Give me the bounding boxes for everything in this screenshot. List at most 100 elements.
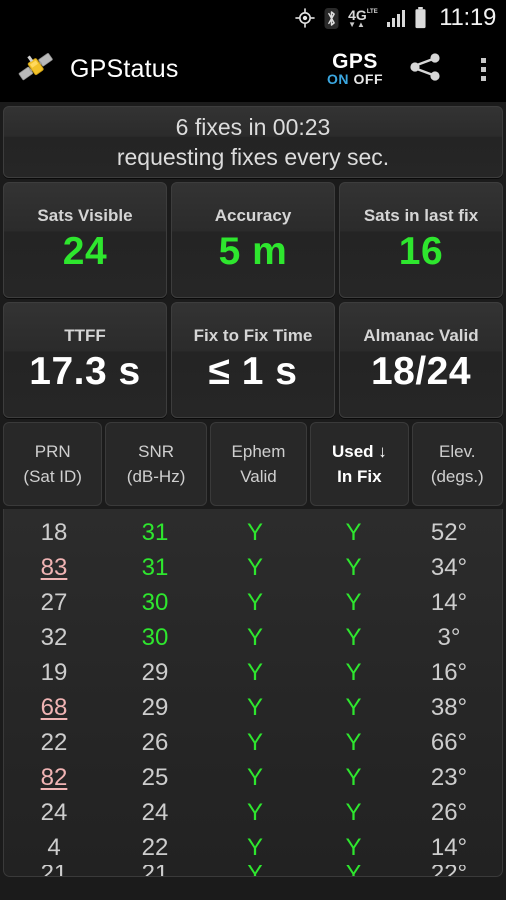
stat-value: 24 bbox=[62, 230, 108, 273]
cell-elevation: 52° bbox=[430, 519, 468, 546]
stat-label: Almanac Valid bbox=[363, 326, 479, 345]
table-row[interactable]: 18 31 Y Y 52° bbox=[4, 515, 502, 550]
cell-prn: 19 bbox=[40, 659, 68, 686]
table-row[interactable]: 19 29 Y Y 16° bbox=[4, 655, 502, 690]
signal-bars-icon bbox=[386, 9, 406, 27]
cell-used-in-fix: Y bbox=[345, 694, 362, 721]
stat-value: ≤ 1 s bbox=[208, 350, 298, 393]
cell-prn: 27 bbox=[40, 589, 68, 616]
share-icon[interactable] bbox=[409, 52, 443, 87]
cell-snr: 29 bbox=[141, 694, 169, 721]
cell-snr: 26 bbox=[141, 729, 169, 756]
overflow-menu-icon[interactable] bbox=[473, 52, 494, 87]
column-title: PRN bbox=[34, 442, 71, 461]
gps-toggle-button[interactable]: GPS ON OFF bbox=[327, 51, 383, 88]
cell-snr: 31 bbox=[141, 519, 169, 546]
stat-label: Fix to Fix Time bbox=[193, 326, 313, 345]
column-subtitle: Valid bbox=[240, 467, 277, 486]
cell-ephem-valid: Y bbox=[246, 729, 263, 756]
cell-prn: 68 bbox=[40, 694, 68, 721]
cell-ephem-valid: Y bbox=[246, 764, 263, 791]
cell-ephem-valid: Y bbox=[246, 834, 263, 861]
stats-row-top: Sats Visible 24 Accuracy 5 m Sats in las… bbox=[3, 182, 503, 298]
fix-interval-line: requesting fixes every sec. bbox=[116, 144, 390, 170]
gps-off-label: OFF bbox=[353, 70, 383, 87]
column-header-used-in-fix[interactable]: Used ↓ In Fix bbox=[310, 422, 409, 506]
table-row[interactable]: 32 30 Y Y 3° bbox=[4, 620, 502, 655]
column-title: Elev. bbox=[439, 442, 476, 461]
network-type-label: 4G bbox=[348, 6, 367, 23]
lte-label: LTE bbox=[366, 8, 378, 15]
stats-row-bottom: TTFF 17.3 s Fix to Fix Time ≤ 1 s Almana… bbox=[3, 302, 503, 418]
dashboard-panels: 6 fixes in 00:23 requesting fixes every … bbox=[0, 102, 506, 877]
stat-card-ttff: TTFF 17.3 s bbox=[3, 302, 167, 418]
4g-lte-icon: 4G LTE ▼▲ bbox=[348, 6, 378, 29]
cell-ephem-valid: Y bbox=[246, 624, 263, 651]
stat-value: 18/24 bbox=[370, 350, 472, 393]
cell-elevation: 22° bbox=[403, 865, 495, 876]
table-row[interactable]: 4 22 Y Y 14° bbox=[4, 830, 502, 865]
gps-on-label: ON bbox=[327, 70, 350, 87]
cell-snr: 29 bbox=[141, 659, 169, 686]
stat-card-sats-visible: Sats Visible 24 bbox=[3, 182, 167, 298]
cell-prn: 18 bbox=[40, 519, 68, 546]
cell-elevation: 14° bbox=[430, 589, 468, 616]
cell-elevation: 16° bbox=[430, 659, 468, 686]
battery-icon bbox=[414, 7, 427, 29]
satellite-icon bbox=[16, 47, 56, 92]
cell-prn: 4 bbox=[47, 834, 61, 861]
cell-elevation: 26° bbox=[430, 799, 468, 826]
cell-snr: 30 bbox=[141, 589, 169, 616]
column-header-elevation[interactable]: Elev. (degs.) bbox=[411, 422, 503, 506]
column-header-snr[interactable]: SNR (dB-Hz) bbox=[105, 422, 207, 506]
column-title: Used ↓ bbox=[331, 442, 387, 461]
cell-snr: 30 bbox=[141, 624, 169, 651]
cell-used-in-fix: Y bbox=[345, 589, 362, 616]
cell-used-in-fix: Y bbox=[345, 799, 362, 826]
status-bar-clock: 11:19 bbox=[439, 4, 496, 31]
table-row[interactable]: 24 24 Y Y 26° bbox=[4, 795, 502, 830]
stat-card-accuracy: Accuracy 5 m bbox=[171, 182, 335, 298]
cell-ephem-valid: Y bbox=[246, 659, 263, 686]
table-row[interactable]: 68 29 Y Y 38° bbox=[4, 690, 502, 725]
cell-used-in-fix: Y bbox=[345, 519, 362, 546]
cell-elevation: 66° bbox=[430, 729, 468, 756]
cell-ephem-valid: Y bbox=[246, 589, 263, 616]
gps-fix-icon bbox=[295, 8, 315, 28]
column-header-prn[interactable]: PRN (Sat ID) bbox=[3, 422, 103, 506]
stat-label: Sats Visible bbox=[37, 206, 133, 225]
cell-used-in-fix: Y bbox=[345, 659, 362, 686]
stat-card-fix-to-fix-time: Fix to Fix Time ≤ 1 s bbox=[171, 302, 335, 418]
cell-elevation: 34° bbox=[430, 554, 468, 581]
stat-card-almanac-valid: Almanac Valid 18/24 bbox=[339, 302, 503, 418]
gps-status-app: 4G LTE ▼▲ 11:19 GPStatus GPS ON OFF 6 fi… bbox=[0, 0, 506, 900]
table-row[interactable]: 22 26 Y Y 66° bbox=[4, 725, 502, 760]
cell-elevation: 14° bbox=[430, 834, 468, 861]
cell-elevation: 3° bbox=[437, 624, 461, 651]
cell-ephem-valid: Y bbox=[246, 519, 263, 546]
table-row[interactable]: 27 30 Y Y 14° bbox=[4, 585, 502, 620]
cell-prn: 82 bbox=[40, 764, 68, 791]
cell-prn: 32 bbox=[40, 624, 68, 651]
fix-count-line: 6 fixes in 00:23 bbox=[175, 114, 331, 140]
cell-used-in-fix: Y bbox=[345, 554, 362, 581]
table-row[interactable]: 2121YY22° bbox=[4, 865, 502, 876]
stat-label: TTFF bbox=[64, 326, 106, 345]
column-title: SNR bbox=[138, 442, 175, 461]
cell-elevation: 38° bbox=[430, 694, 468, 721]
column-header-ephem-valid[interactable]: Ephem Valid bbox=[209, 422, 308, 506]
cell-ephem-valid: Y bbox=[246, 694, 263, 721]
cell-snr: 25 bbox=[141, 764, 169, 791]
cell-ephem-valid: Y bbox=[206, 865, 304, 876]
fix-status-card: 6 fixes in 00:23 requesting fixes every … bbox=[3, 106, 503, 178]
stat-card-sats-in-last-fix: Sats in last fix 16 bbox=[339, 182, 503, 298]
column-title: Ephem bbox=[231, 442, 286, 461]
cell-used-in-fix: Y bbox=[345, 624, 362, 651]
cell-snr: 21 bbox=[104, 865, 206, 876]
bluetooth-icon bbox=[324, 7, 339, 29]
satellite-table-body[interactable]: 18 31 Y Y 52° 83 31 Y Y 34° 27 30 Y Y 14° 32 30 Y Y 3° 19 29 Y… bbox=[3, 509, 503, 877]
table-row[interactable]: 82 25 Y Y 23° bbox=[4, 760, 502, 795]
table-row[interactable]: 83 31 Y Y 34° bbox=[4, 550, 502, 585]
cell-used-in-fix: Y bbox=[345, 764, 362, 791]
stat-value: 17.3 s bbox=[29, 350, 141, 393]
